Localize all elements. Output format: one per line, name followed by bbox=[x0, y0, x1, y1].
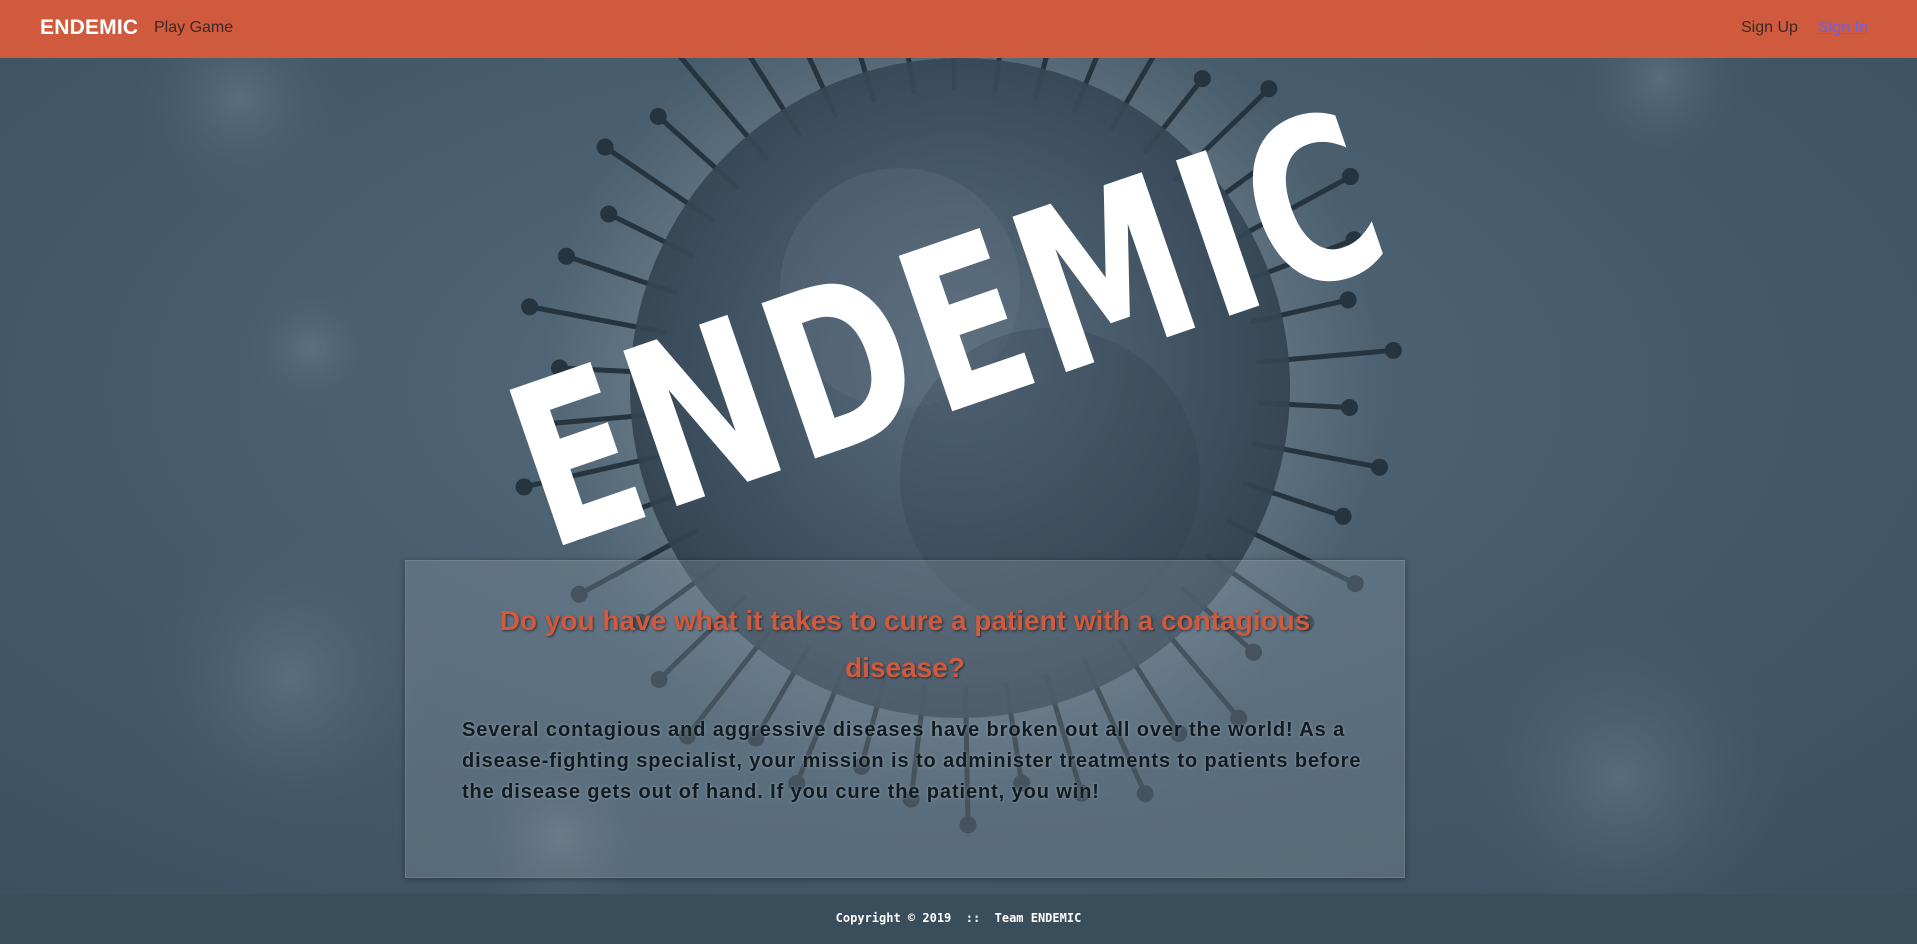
virus-spike-tip bbox=[521, 298, 539, 316]
nav-sign-up[interactable]: Sign Up bbox=[1741, 19, 1798, 37]
virus-spike-tip bbox=[596, 138, 614, 156]
virus-spike-tip bbox=[1334, 507, 1352, 525]
virus-spike-tip bbox=[1371, 458, 1389, 476]
virus-spike-tip bbox=[649, 107, 667, 125]
nav-play-game[interactable]: Play Game bbox=[154, 19, 233, 37]
brand-link[interactable]: ENDEMIC bbox=[40, 16, 138, 40]
intro-panel: Do you have what it takes to cure a pati… bbox=[405, 560, 1405, 878]
virus-spike-tip bbox=[1193, 70, 1211, 88]
footer: Copyright © 2019 :: Team ENDEMIC bbox=[0, 894, 1917, 944]
intro-description: Several contagious and aggressive diseas… bbox=[462, 719, 1362, 803]
virus-spike-tip bbox=[557, 247, 575, 265]
hero-section: ENDEMIC Do you have what it takes to cur… bbox=[0, 58, 1917, 894]
navbar: ENDEMIC Play Game Sign Up Sign In bbox=[0, 0, 1917, 58]
copyright-text: Copyright © 2019 :: Team ENDEMIC bbox=[835, 911, 1082, 925]
intro-heading: Do you have what it takes to cure a pati… bbox=[499, 605, 1311, 683]
virus-spike-tip bbox=[1341, 398, 1359, 416]
nav-sign-in[interactable]: Sign In bbox=[1818, 19, 1868, 37]
virus-spike-tip bbox=[1384, 341, 1402, 359]
virus-spike-tip bbox=[600, 205, 618, 223]
